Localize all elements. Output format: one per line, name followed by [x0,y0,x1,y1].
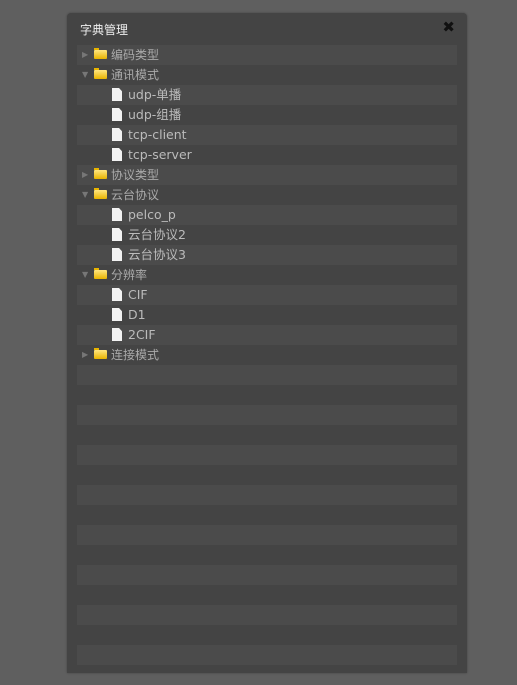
file-icon [112,208,122,221]
tree-node-label: 编码类型 [111,48,160,62]
folder-icon [94,348,107,359]
tree-node-label: tcp-server [128,147,192,162]
tree-folder[interactable]: ▶ 协议类型 [77,165,457,185]
tree-leaf[interactable]: tcp-client [77,125,457,145]
tree-node-label: udp-单播 [128,87,182,102]
dialog-title: 字典管理 [80,23,129,37]
tree-node-label: 协议类型 [111,168,160,182]
tree-folder[interactable]: ▶ 编码类型 [77,45,457,65]
empty-row [77,505,457,525]
tree-folder[interactable]: ▼ 通讯模式 [77,65,457,85]
tree-node-label: 2CIF [128,327,156,342]
empty-row [77,625,457,645]
tree-folder[interactable]: ▼ 云台协议 [77,185,457,205]
tree-node-label: tcp-client [128,127,187,142]
folder-icon [94,48,107,59]
file-icon [112,328,122,341]
caret-right-icon[interactable]: ▶ [82,345,88,365]
caret-right-icon[interactable]: ▶ [82,165,88,185]
file-icon [112,108,122,121]
tree-leaf[interactable]: udp-单播 [77,85,457,105]
empty-row [77,385,457,405]
tree-leaf[interactable]: CIF [77,285,457,305]
empty-row [77,485,457,505]
caret-down-icon[interactable]: ▼ [82,265,88,285]
file-icon [112,88,122,101]
empty-row [77,365,457,385]
tree-node-label: 分辨率 [111,268,148,282]
empty-row [77,445,457,465]
tree-leaf[interactable]: pelco_p [77,205,457,225]
tree-leaf[interactable]: tcp-server [77,145,457,165]
tree-folder[interactable]: ▶ 连接模式 [77,345,457,365]
caret-down-icon[interactable]: ▼ [82,185,88,205]
empty-row [77,545,457,565]
empty-row [77,425,457,445]
dictionary-dialog: 字典管理 ✖ ▶ 编码类型 ▼ 通讯模式 udp-单播 udp-组播 tcp-client t… [67,13,467,673]
file-icon [112,288,122,301]
folder-open-icon [94,68,107,79]
empty-row [77,585,457,605]
empty-row [77,465,457,485]
file-icon [112,128,122,141]
close-icon[interactable]: ✖ [442,18,455,36]
tree-node-label: 云台协议2 [128,227,186,242]
folder-open-icon [94,188,107,199]
tree-leaf[interactable]: 2CIF [77,325,457,345]
empty-row [77,605,457,625]
empty-row [77,665,457,685]
dictionary-tree: ▶ 编码类型 ▼ 通讯模式 udp-单播 udp-组播 tcp-client tcp-serv… [77,45,457,685]
tree-folder[interactable]: ▼ 分辨率 [77,265,457,285]
empty-row [77,525,457,545]
empty-row [77,405,457,425]
tree-leaf[interactable]: 云台协议3 [77,245,457,265]
tree-node-label: 通讯模式 [111,68,160,82]
tree-node-label: pelco_p [128,207,176,222]
empty-row [77,645,457,665]
tree-node-label: udp-组播 [128,107,182,122]
caret-right-icon[interactable]: ▶ [82,45,88,65]
tree-leaf[interactable]: udp-组播 [77,105,457,125]
tree-node-label: 云台协议 [111,188,160,202]
file-icon [112,248,122,261]
tree-node-label: 云台协议3 [128,247,186,262]
tree-node-label: CIF [128,287,148,302]
file-icon [112,308,122,321]
tree-leaf[interactable]: D1 [77,305,457,325]
tree-node-label: D1 [128,307,146,322]
folder-open-icon [94,268,107,279]
tree-node-label: 连接模式 [111,348,160,362]
file-icon [112,148,122,161]
folder-icon [94,168,107,179]
tree-leaf[interactable]: 云台协议2 [77,225,457,245]
file-icon [112,228,122,241]
empty-row [77,565,457,585]
caret-down-icon[interactable]: ▼ [82,65,88,85]
